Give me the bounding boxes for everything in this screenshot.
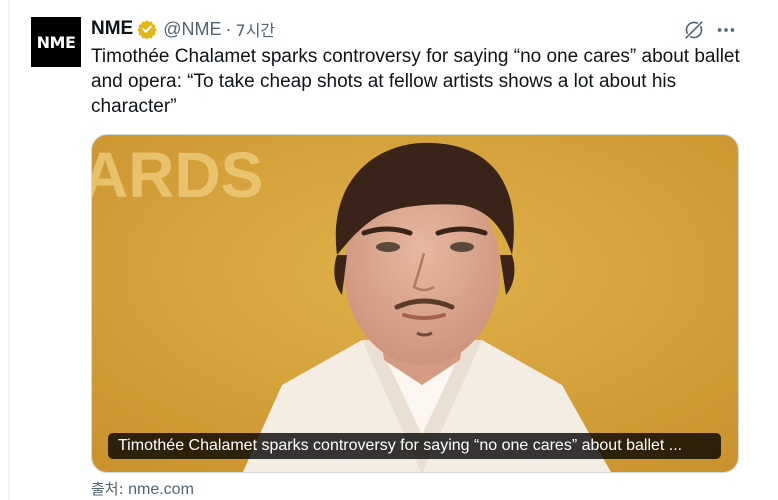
- timestamp[interactable]: 7시간: [236, 17, 276, 41]
- source-label: 출처:: [91, 480, 124, 498]
- avatar[interactable]: NME: [31, 17, 81, 67]
- background-lettering: ARDS: [92, 139, 263, 211]
- article-photo: ARDS: [92, 135, 738, 472]
- verified-badge-icon: [137, 20, 157, 39]
- tweet-header: NME @NME · 7시간: [91, 17, 275, 41]
- grok-button[interactable]: [680, 16, 708, 44]
- more-button[interactable]: [712, 16, 740, 44]
- timeline-divider: [8, 0, 10, 500]
- media-caption: Timothée Chalamet sparks controversy for…: [108, 433, 721, 459]
- more-icon: [717, 28, 735, 32]
- grok-icon: [685, 21, 703, 39]
- source-line[interactable]: 출처: nme.com: [91, 478, 194, 499]
- author-name[interactable]: NME: [91, 18, 133, 40]
- tweet-text: Timothée Chalamet sparks controversy for…: [91, 46, 740, 117]
- media-card[interactable]: ARDS Timothée Chalamet sparks controvers…: [91, 134, 739, 473]
- author-handle[interactable]: @NME: [163, 19, 221, 40]
- tweet-card[interactable]: NME NME @NME · 7시간 Timothée Chalamet spa…: [0, 0, 778, 500]
- source-domain[interactable]: nme.com: [128, 481, 194, 498]
- header-separator: ·: [225, 18, 232, 39]
